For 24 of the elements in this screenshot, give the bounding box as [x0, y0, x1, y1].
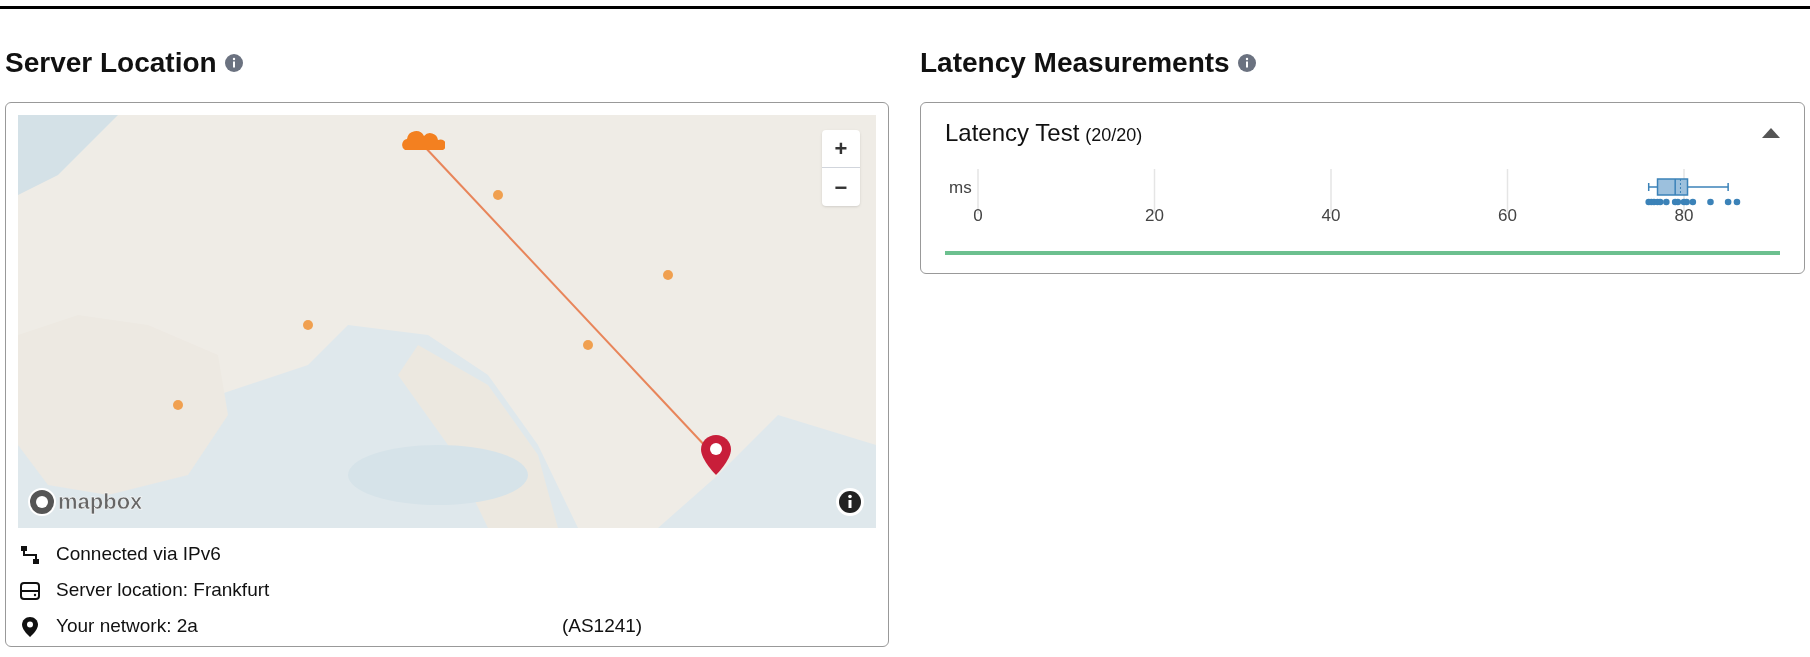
- info-text: (AS1241): [561, 614, 643, 639]
- section-heading: Server Location: [5, 46, 217, 80]
- location-pin-icon: [22, 616, 38, 637]
- info-text: Your network: 2a: [56, 614, 198, 639]
- info-icon[interactable]: [836, 488, 864, 516]
- info-text: Server location: Frankfurt: [56, 578, 270, 603]
- test-count: (20/20): [1085, 124, 1143, 147]
- map-pin-icon: [701, 435, 731, 475]
- collapse-caret-icon[interactable]: [1762, 128, 1780, 138]
- tick-label: 60: [1498, 205, 1517, 227]
- zoom-out-button[interactable]: −: [822, 168, 860, 206]
- axis-label: ms: [949, 177, 972, 199]
- panel-title: Latency Test: [945, 118, 1080, 148]
- info-text: Connected via IPv6: [56, 542, 221, 567]
- network-connection-icon: [20, 544, 40, 565]
- tick-label: 20: [1145, 205, 1164, 227]
- server-icon: [20, 581, 40, 600]
- section-heading: Latency Measurements: [920, 46, 1230, 80]
- tick-label: 80: [1674, 205, 1694, 227]
- zoom-in-button[interactable]: +: [822, 130, 860, 168]
- map-logo: mapbox: [58, 488, 143, 516]
- tick-label: 0: [973, 205, 983, 227]
- cloud-icon: [399, 130, 445, 150]
- tick-label: 40: [1321, 205, 1341, 227]
